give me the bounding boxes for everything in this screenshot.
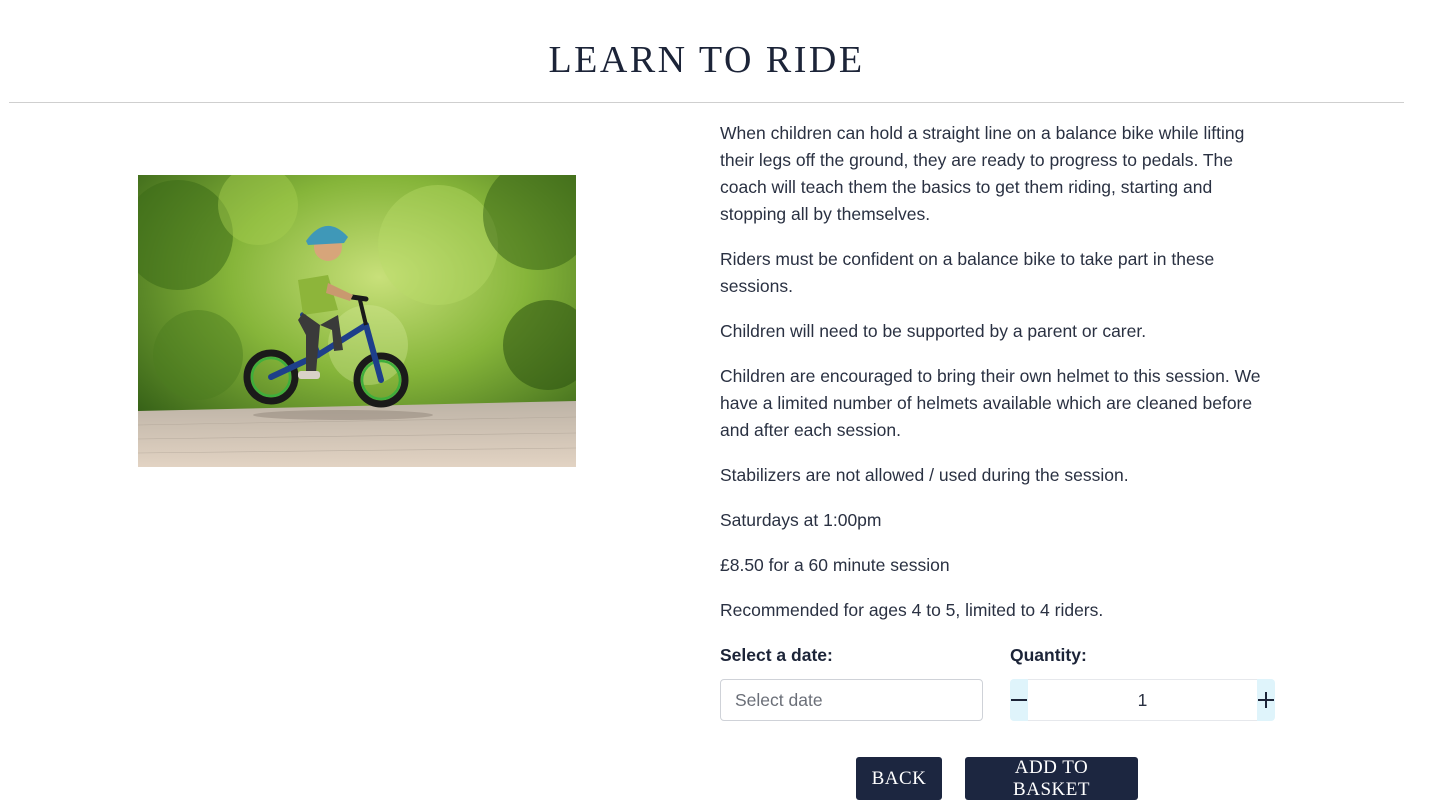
back-button[interactable]: BACK: [856, 757, 942, 800]
description-paragraph: Children are encouraged to bring their o…: [720, 366, 1261, 440]
description-paragraph: When children can hold a straight line o…: [720, 123, 1245, 224]
quantity-label: Quantity:: [1010, 645, 1087, 665]
increase-quantity-button[interactable]: [1257, 679, 1275, 721]
header-divider: [9, 102, 1404, 103]
session-time: Saturdays at 1:00pm: [720, 510, 882, 530]
minus-icon: [1011, 699, 1027, 701]
decrease-quantity-button[interactable]: [1010, 679, 1028, 721]
description-paragraph: Riders must be confident on a balance bi…: [720, 249, 1215, 296]
product-description: When children can hold a straight line o…: [720, 120, 1275, 642]
child-on-bike-photo: [138, 175, 576, 467]
add-to-basket-button[interactable]: ADD TO BASKET: [965, 757, 1138, 800]
age-recommendation: Recommended for ages 4 to 5, limited to …: [720, 600, 1104, 620]
product-image: [138, 175, 576, 467]
quantity-stepper: [1010, 679, 1275, 721]
description-paragraph: Stabilizers are not allowed / used durin…: [720, 465, 1129, 485]
page-title: LEARN TO RIDE: [548, 39, 865, 81]
date-input[interactable]: [720, 679, 983, 721]
date-label: Select a date:: [720, 645, 833, 665]
session-price: £8.50 for a 60 minute session: [720, 555, 950, 575]
description-paragraph: Children will need to be supported by a …: [720, 321, 1147, 341]
quantity-input[interactable]: [1028, 679, 1257, 721]
plus-icon: [1258, 692, 1274, 708]
